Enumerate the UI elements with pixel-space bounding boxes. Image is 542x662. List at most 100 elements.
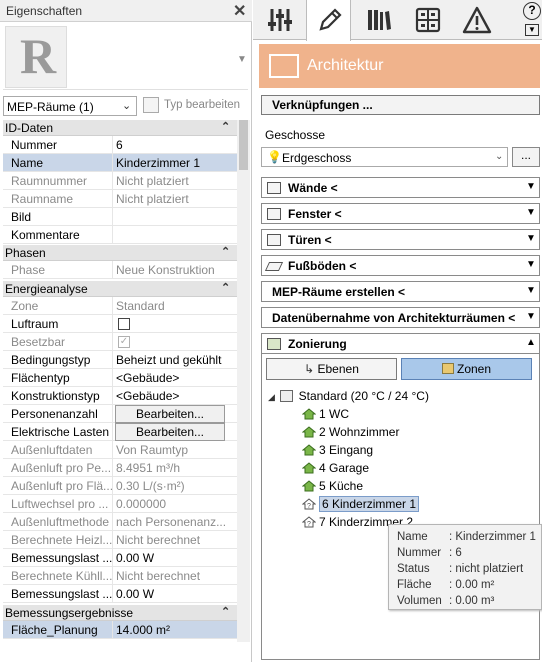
- window-icon: [267, 208, 281, 220]
- property-row[interactable]: Berechnete Kühll... Nicht berechnet: [3, 567, 237, 585]
- level-dropdown[interactable]: 💡 Erdgeschoss ⌄: [261, 147, 508, 167]
- property-value[interactable]: [114, 226, 226, 244]
- collapse-icon[interactable]: ⌃: [221, 245, 230, 258]
- tree-item[interactable]: 2 Wohnzimmer: [302, 425, 399, 442]
- chevron-down-icon[interactable]: ▼: [525, 24, 539, 36]
- accordion-tueren[interactable]: Türen < ▼: [261, 229, 540, 250]
- properties-scrollbar[interactable]: [237, 120, 250, 642]
- accordion-datenuebernahme[interactable]: Datenübernahme von Architekturräumen < ▼: [261, 307, 540, 328]
- property-row-selected[interactable]: Fläche_Planung 14.000 m²: [3, 621, 237, 639]
- tree-item[interactable]: 5 Küche: [302, 479, 363, 496]
- property-row[interactable]: Bemessungslast ... 0.00 W: [3, 549, 237, 567]
- tooltip-row: Volumen: 0.00 m³: [397, 595, 494, 607]
- property-row[interactable]: Personenanzahl Bearbeiten...: [3, 405, 237, 423]
- property-row[interactable]: Zone Standard: [3, 297, 237, 315]
- property-row[interactable]: Nummer 6: [3, 136, 237, 154]
- accordion-mep-raeume[interactable]: MEP-Räume erstellen < ▼: [261, 281, 540, 302]
- property-row[interactable]: Berechnete Heizl... Nicht berechnet: [3, 531, 237, 549]
- property-row[interactable]: Konstruktionstyp <Gebäude>: [3, 387, 237, 405]
- section-bemessungsergebnisse[interactable]: Bemessungsergebnisse ⌃: [3, 605, 237, 621]
- type-selector-dropdown[interactable]: MEP-Räume (1) ⌄: [3, 96, 137, 116]
- tooltip-value: : nicht platziert: [449, 563, 524, 575]
- tree-root-node[interactable]: ◢ Standard (20 °C / 24 °C): [268, 389, 429, 406]
- property-value[interactable]: <Gebäude>: [114, 387, 226, 405]
- property-row[interactable]: Bedingungstyp Beheizt und gekühlt: [3, 351, 237, 369]
- room-house-unplaced-icon: ?: [302, 498, 316, 510]
- property-key: Luftraum: [3, 315, 113, 333]
- tree-item[interactable]: 1 WC: [302, 407, 349, 424]
- accordion-fussboeden[interactable]: Fußböden < ▼: [261, 255, 540, 276]
- chevron-down-icon: ▼: [526, 285, 536, 296]
- tree-item-selected[interactable]: ? 6 Kinderzimmer 1: [302, 496, 420, 514]
- ebenen-button[interactable]: ↳ Ebenen: [266, 358, 397, 380]
- property-row[interactable]: Flächentyp <Gebäude>: [3, 369, 237, 387]
- zone-icon: [441, 363, 454, 374]
- property-value[interactable]: Kinderzimmer 1: [114, 154, 226, 172]
- property-value[interactable]: 0.00 W: [114, 549, 226, 567]
- property-row[interactable]: Luftwechsel pro ... 0.000000: [3, 495, 237, 513]
- tooltip-key: Fläche: [397, 579, 432, 591]
- section-phasen[interactable]: Phasen ⌃: [3, 245, 237, 261]
- property-row[interactable]: Bild: [3, 208, 237, 226]
- tree-item[interactable]: 4 Garage: [302, 461, 369, 478]
- sliders-tab[interactable]: [257, 0, 302, 40]
- property-row[interactable]: Luftraum: [3, 315, 237, 333]
- collapse-triangle-icon[interactable]: ◢: [268, 392, 275, 402]
- zonen-button[interactable]: Zonen: [401, 358, 532, 380]
- tooltip-key: Status: [397, 563, 430, 575]
- banner-title: Architektur: [307, 57, 384, 74]
- pencil-tab[interactable]: [306, 0, 351, 41]
- property-row[interactable]: Raumnummer Nicht platziert: [3, 172, 237, 190]
- tree-item[interactable]: 3 Eingang: [302, 443, 373, 460]
- help-icon[interactable]: ?: [523, 2, 541, 20]
- property-key: Außenluftmethode: [3, 513, 113, 531]
- close-icon[interactable]: ✕: [233, 1, 246, 21]
- verknuepfungen-button[interactable]: Verknüpfungen ...: [261, 95, 540, 115]
- edit-type-button[interactable]: Typ bearbeiten: [143, 96, 248, 116]
- property-value: 0.000000: [116, 497, 167, 511]
- accordion-fenster[interactable]: Fenster < ▼: [261, 203, 540, 224]
- arrow-icon: ↳: [304, 362, 318, 376]
- personenanzahl-edit-button[interactable]: Bearbeiten...: [115, 405, 225, 423]
- accordion-zonierung[interactable]: Zonierung ▲: [261, 333, 540, 354]
- property-value: Nicht berechnet: [116, 569, 201, 583]
- collapse-icon[interactable]: ⌃: [221, 120, 230, 133]
- property-row[interactable]: Bemessungslast ... 0.00 W: [3, 585, 237, 603]
- grid-tab[interactable]: [405, 0, 450, 40]
- elektrische-lasten-edit-button[interactable]: Bearbeiten...: [115, 423, 225, 441]
- property-value[interactable]: <Gebäude>: [114, 369, 226, 387]
- property-value[interactable]: 14.000 m²: [114, 621, 226, 639]
- property-row[interactable]: Raumname Nicht platziert: [3, 190, 237, 208]
- property-row[interactable]: Elektrische Lasten Bearbeiten...: [3, 423, 237, 441]
- property-row[interactable]: Außenluft pro Flä... 0.30 L/(s·m²): [3, 477, 237, 495]
- property-value[interactable]: [114, 208, 226, 226]
- property-row[interactable]: Außenluftdaten Von Raumtyp: [3, 441, 237, 459]
- accordion-waende[interactable]: Wände < ▼: [261, 177, 540, 198]
- property-value[interactable]: 6: [114, 136, 226, 154]
- property-row[interactable]: Außenluft pro Pe... 8.4951 m³/h: [3, 459, 237, 477]
- collapse-icon[interactable]: ⌃: [221, 281, 230, 294]
- section-energieanalyse[interactable]: Energieanalyse ⌃: [3, 281, 237, 297]
- revit-logo-icon: R: [5, 26, 67, 88]
- tooltip-key: Volumen: [397, 595, 442, 607]
- scrollbar-thumb[interactable]: [239, 120, 248, 170]
- room-house-icon: [302, 480, 316, 492]
- luftraum-checkbox[interactable]: [118, 318, 130, 330]
- warning-tab[interactable]: [453, 0, 498, 40]
- section-id-daten[interactable]: ID-Daten ⌃: [3, 120, 237, 136]
- level-more-button[interactable]: ...: [512, 147, 540, 167]
- property-value[interactable]: Beheizt und gekühlt: [114, 351, 226, 369]
- property-row[interactable]: Kommentare: [3, 226, 237, 244]
- property-row-selected[interactable]: Name Kinderzimmer 1: [3, 154, 237, 172]
- library-tab[interactable]: [356, 0, 401, 40]
- room-house-icon: [302, 444, 316, 456]
- property-row[interactable]: Besetzbar ✓: [3, 333, 237, 351]
- floor-icon: [264, 262, 284, 271]
- tooltip-value: : 0.00 m²: [449, 579, 495, 591]
- property-row[interactable]: Außenluftmethode nach Personenanz...: [3, 513, 237, 531]
- property-row[interactable]: Phase Neue Konstruktion: [3, 261, 237, 279]
- chevron-down-icon[interactable]: ▼: [237, 54, 247, 65]
- property-value: Von Raumtyp: [116, 443, 189, 457]
- collapse-icon[interactable]: ⌃: [221, 605, 230, 618]
- property-value[interactable]: 0.00 W: [114, 585, 226, 603]
